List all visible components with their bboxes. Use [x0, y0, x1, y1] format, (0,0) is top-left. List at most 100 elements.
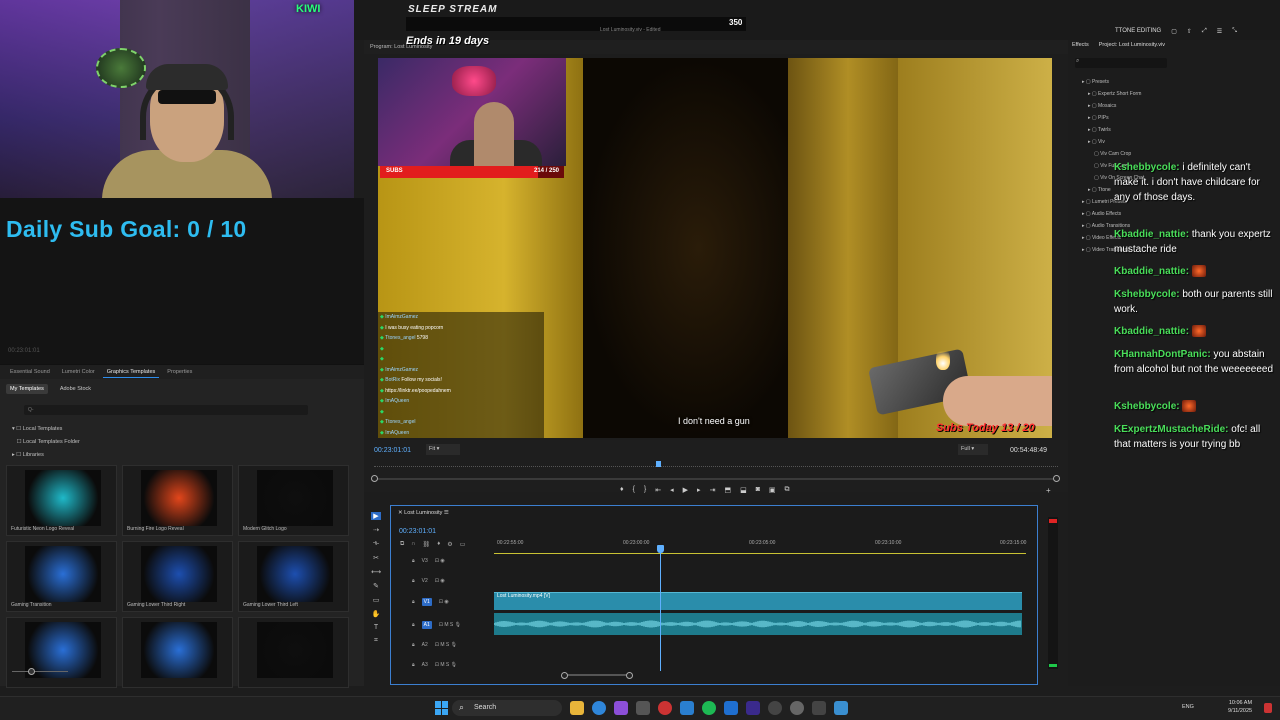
- track-name[interactable]: V2: [422, 578, 428, 584]
- track-header[interactable]: 🔒︎ A2 ⊡ M S 🎙︎: [412, 642, 457, 648]
- step-back-icon[interactable]: ◂: [670, 486, 674, 494]
- captions-icon[interactable]: ▭: [460, 541, 466, 548]
- go-to-in-icon[interactable]: ⇤: [655, 486, 661, 494]
- ripple-edit-icon[interactable]: ⟛: [373, 540, 379, 548]
- track-header[interactable]: 🔒︎ V1 ⊡ ◉: [412, 598, 449, 606]
- template-card[interactable]: Burning Fire Logo Reveal: [122, 465, 233, 536]
- effects-tree-item[interactable]: ▸ ▢ PIPs: [1082, 112, 1144, 124]
- track-select-icon[interactable]: ⇢: [373, 526, 379, 534]
- timeline-ruler[interactable]: 00:22:55:00 00:23:00:00 00:23:05:00 00:2…: [494, 540, 1026, 552]
- track-name[interactable]: A3: [422, 662, 428, 668]
- step-forward-icon[interactable]: ▸: [697, 486, 701, 494]
- timeline-playhead[interactable]: [657, 545, 664, 553]
- app-icon[interactable]: [790, 701, 804, 715]
- lift-icon[interactable]: ⬒: [724, 486, 731, 494]
- template-card[interactable]: Gaming Lower Third Right: [122, 541, 233, 612]
- effects-tree-item[interactable]: ▢ Viv Cam Crop: [1082, 148, 1144, 160]
- go-to-out-icon[interactable]: ⇥: [710, 486, 716, 494]
- track-header[interactable]: 🔒︎ A3 ⊡ M S 🎙︎: [412, 662, 457, 668]
- effects-tree-item[interactable]: ▸ ▢ Presets: [1082, 76, 1144, 88]
- language-indicator[interactable]: ENG: [1182, 704, 1194, 710]
- camera-icon[interactable]: ◙: [756, 486, 760, 494]
- template-card[interactable]: [122, 617, 233, 688]
- pen-icon[interactable]: ✎: [373, 582, 379, 590]
- tab-my-templates[interactable]: My Templates: [6, 384, 48, 394]
- resize-icon[interactable]: ⤡: [1232, 28, 1237, 35]
- work-area-bar[interactable]: [494, 553, 1026, 554]
- thumbnail-size-knob[interactable]: [28, 668, 35, 675]
- effects-tree-item[interactable]: ▸ ▢ Mosaics: [1082, 100, 1144, 112]
- lock-icon[interactable]: 🔒︎: [412, 558, 415, 564]
- premiere-icon[interactable]: [746, 701, 760, 715]
- video-clip[interactable]: [494, 592, 1022, 610]
- track-name[interactable]: A1: [421, 621, 432, 629]
- monitor-playhead[interactable]: [656, 461, 661, 467]
- sequence-tab[interactable]: ✕ Lost Luminosity ☰: [398, 510, 449, 516]
- taskbar-search[interactable]: Search: [452, 700, 562, 716]
- marker-icon[interactable]: ♦: [437, 541, 440, 548]
- eye-icon[interactable]: ⊡ ◉: [435, 578, 445, 584]
- timeline-scroll-end[interactable]: [626, 672, 633, 679]
- template-card[interactable]: Futuristic Neon Logo Reveal: [6, 465, 117, 536]
- template-card[interactable]: Gaming Transition: [6, 541, 117, 612]
- effects-tree-item[interactable]: ▸ ▢ Expertz Short Form: [1082, 88, 1144, 100]
- thumbnail-size-slider[interactable]: [12, 671, 68, 672]
- lock-icon[interactable]: 🔒︎: [412, 599, 415, 605]
- tab-lumetri-color[interactable]: Lumetri Color: [58, 367, 99, 377]
- track-name[interactable]: V1: [421, 598, 432, 606]
- tree-item-local-templates[interactable]: ▾ ☐ Local Templates: [12, 423, 80, 436]
- extract-icon[interactable]: ⬓: [740, 486, 747, 494]
- template-search-input[interactable]: Q-: [24, 405, 308, 415]
- hand-icon[interactable]: ✋: [372, 610, 381, 618]
- timeline-scrollbar[interactable]: [564, 674, 630, 676]
- zoom-select[interactable]: Fit ▾: [426, 444, 460, 455]
- notification-icon[interactable]: [1264, 703, 1272, 713]
- fullscreen-icon[interactable]: ⤢: [1202, 28, 1207, 35]
- zoom-scrollbar-end[interactable]: [1053, 475, 1060, 482]
- audio-clip[interactable]: [494, 613, 1022, 635]
- tab-graphics-templates[interactable]: Graphics Templates: [102, 367, 160, 378]
- taskbar-clock[interactable]: 10:06 AM 9/11/2025: [1228, 699, 1252, 715]
- lock-icon[interactable]: 🔒︎: [412, 642, 415, 648]
- add-marker-icon[interactable]: ♦: [620, 486, 624, 494]
- track-header[interactable]: 🔒︎ V3 ⊡ ◉: [412, 558, 445, 564]
- tab-effects[interactable]: Effects: [1072, 42, 1089, 48]
- workspace-label[interactable]: TTONE EDITING: [1115, 28, 1161, 34]
- app-icon[interactable]: [812, 701, 826, 715]
- app-icon[interactable]: [658, 701, 672, 715]
- template-card[interactable]: [6, 617, 117, 688]
- effects-tree-item[interactable]: ▸ ▢ Twirls: [1082, 124, 1144, 136]
- tab-project[interactable]: Project: Lost Luminosity.viv: [1099, 42, 1165, 48]
- type-icon[interactable]: T: [374, 624, 378, 631]
- tab-properties[interactable]: Properties: [163, 367, 196, 377]
- tab-essential-sound[interactable]: Essential Sound: [6, 367, 54, 377]
- lock-icon[interactable]: 🔒︎: [412, 578, 415, 584]
- timeline-scroll-start[interactable]: [561, 672, 568, 679]
- effects-tree-item[interactable]: ▸ ▢ Viv: [1082, 136, 1144, 148]
- caption-tool-icon[interactable]: ⌗: [374, 637, 378, 645]
- file-explorer-icon[interactable]: [570, 701, 584, 715]
- time-ruler[interactable]: [374, 463, 1058, 467]
- timeline-timecode[interactable]: 00:23:01:01: [399, 528, 436, 535]
- app-icon[interactable]: [834, 701, 848, 715]
- effects-tree-item[interactable]: ▸ ▢ Audio Effects: [1082, 208, 1144, 220]
- effects-search-input[interactable]: [1075, 58, 1167, 68]
- eye-icon[interactable]: ⊡ ◉: [439, 599, 449, 605]
- share-icon[interactable]: ⇧: [1187, 28, 1192, 35]
- add-button-icon[interactable]: +: [1046, 486, 1051, 495]
- snap-icon[interactable]: ∩: [411, 541, 415, 548]
- mute-solo-icon[interactable]: ⊡ M S 🎙︎: [439, 622, 461, 628]
- slip-icon[interactable]: ⟷: [371, 568, 381, 576]
- play-icon[interactable]: ▶: [683, 486, 688, 494]
- nest-icon[interactable]: ⧉: [400, 541, 404, 548]
- resolution-select[interactable]: Full ▾: [958, 444, 988, 455]
- mute-solo-icon[interactable]: ⊡ M S 🎙︎: [435, 642, 457, 648]
- menu-icon[interactable]: ☰: [1217, 28, 1222, 35]
- track-name[interactable]: A2: [422, 642, 428, 648]
- linked-selection-icon[interactable]: ⛓: [423, 541, 431, 548]
- multi-icon[interactable]: ⧉: [785, 486, 790, 494]
- app-icon[interactable]: [768, 701, 782, 715]
- template-card[interactable]: Gaming Lower Third Left: [238, 541, 349, 612]
- tab-adobe-stock[interactable]: Adobe Stock: [56, 384, 95, 394]
- app-icon[interactable]: [724, 701, 738, 715]
